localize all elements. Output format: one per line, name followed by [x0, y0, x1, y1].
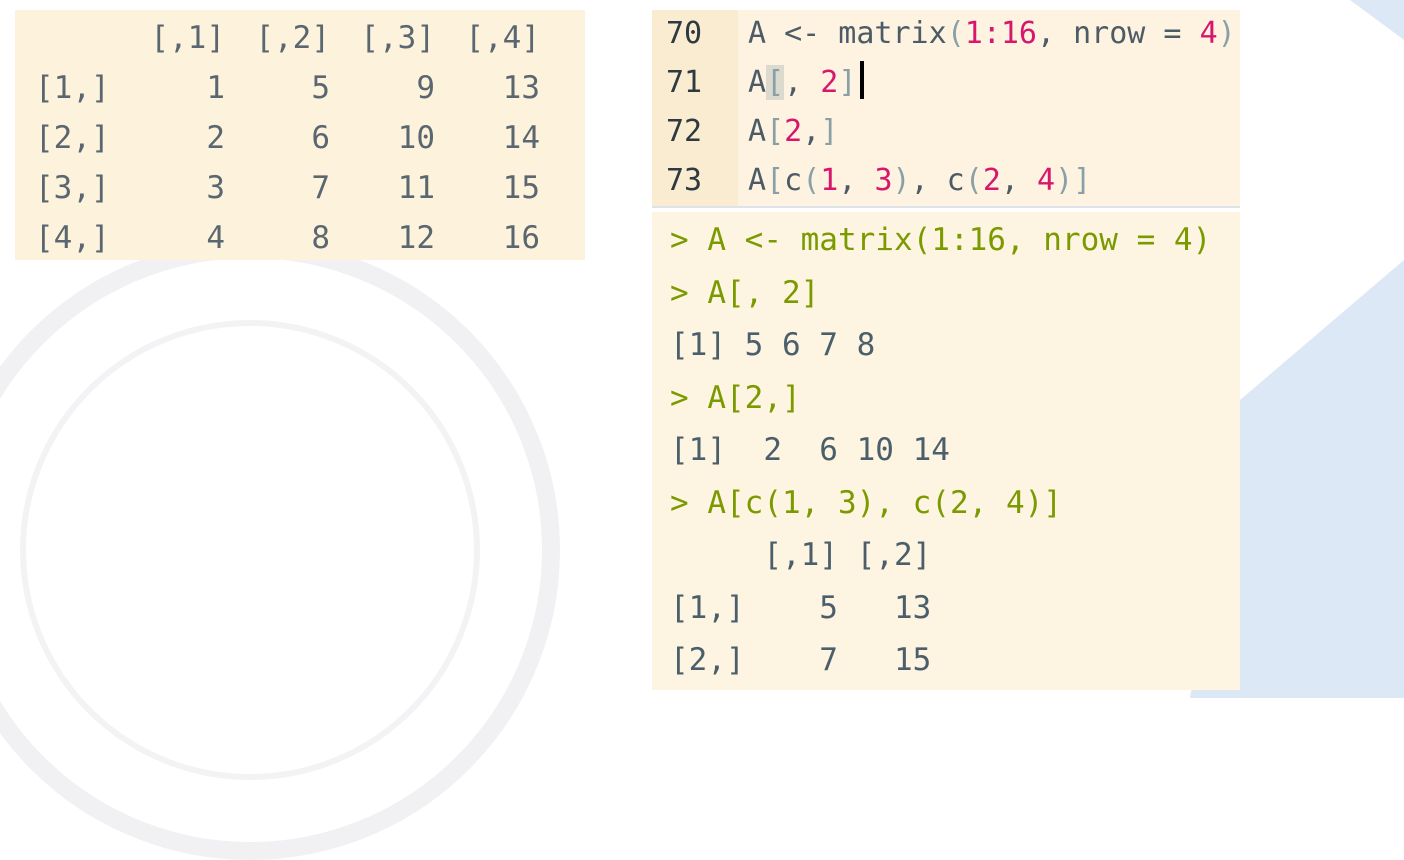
- code-token: A: [748, 114, 767, 149]
- row-label: [1,]: [35, 70, 110, 106]
- text-cursor: [860, 61, 865, 99]
- code-text[interactable]: A[2,]: [748, 107, 838, 156]
- code-token: ]: [1073, 163, 1092, 198]
- editor-line[interactable]: 73 A[c(1, 3), c(2, 4)]: [652, 156, 1240, 205]
- code-token: A: [748, 65, 767, 100]
- matrix-cell: 15: [502, 170, 540, 206]
- matrix-cell: 1: [206, 70, 225, 106]
- code-token: ,: [802, 114, 821, 149]
- row-label: [3,]: [35, 170, 110, 206]
- matrix-cell: 8: [311, 220, 330, 256]
- matrix-row: [3,] 3 7 11 15: [35, 163, 540, 213]
- code-token: c: [784, 163, 803, 198]
- code-text[interactable]: A[c(1, 3), c(2, 4)]: [748, 156, 1091, 205]
- row-label: [4,]: [35, 220, 110, 256]
- code-token: 4: [1037, 163, 1056, 198]
- console-output: [1,] 5 13: [670, 589, 932, 626]
- code-token: ): [1055, 163, 1074, 198]
- code-token: 4: [1199, 16, 1218, 51]
- matrix-cell: 14: [502, 120, 540, 156]
- code-text[interactable]: A[, 2]: [748, 58, 865, 107]
- matrix-header-row: [,1] [,2] [,3] [,4]: [35, 13, 540, 63]
- column-header: [,4]: [465, 20, 540, 56]
- matrix-cell: 11: [397, 170, 435, 206]
- column-header: [,1]: [150, 20, 225, 56]
- matrix-row: [1,] 1 5 9 13: [35, 63, 540, 113]
- console-output: [1] 2 6 10 14: [670, 432, 950, 468]
- editor-line[interactable]: 70 A <- matrix(1:16, nrow = 4): [652, 9, 1240, 58]
- code-token: 2: [784, 114, 803, 149]
- code-token: , nrow =: [1037, 16, 1200, 51]
- university-seal-watermark-inner: [20, 320, 480, 780]
- console-output: [,1] [,2]: [670, 537, 932, 573]
- code-token: (: [964, 163, 983, 198]
- matrix-cell: 10: [397, 120, 435, 156]
- code-editor[interactable]: 70 A <- matrix(1:16, nrow = 4) 71 A[, 2] 72 A…: [652, 10, 1240, 208]
- line-number: 71: [666, 65, 703, 100]
- console-output: [1] 5 6 7 8: [670, 327, 876, 363]
- code-token: ): [1217, 16, 1236, 51]
- code-token: [: [766, 163, 785, 198]
- code-token: 1: [820, 163, 839, 198]
- matrix-cell: 2: [206, 120, 225, 156]
- editor-line[interactable]: 71 A[, 2]: [652, 58, 1240, 107]
- code-token: ]: [838, 65, 857, 100]
- console-output: [2,] 7 15: [670, 642, 932, 678]
- matrix-cell: 3: [206, 170, 225, 206]
- code-text[interactable]: A <- matrix(1:16, nrow = 4): [748, 9, 1236, 58]
- matrix-cell: 13: [502, 70, 540, 106]
- line-number: 70: [666, 16, 703, 51]
- code-token: , c: [910, 163, 965, 198]
- code-token: ,: [1000, 163, 1037, 198]
- code-token: A <- matrix: [748, 16, 947, 51]
- code-token: ]: [820, 114, 839, 149]
- matrix-row: [4,] 4 8 12 16: [35, 213, 540, 263]
- console-command: > A[2,]: [670, 379, 801, 416]
- code-token: ): [892, 163, 911, 198]
- code-token: [: [766, 65, 785, 100]
- code-token: 3: [874, 163, 893, 198]
- code-token: 2: [820, 65, 839, 100]
- code-token: 1:16: [964, 16, 1037, 51]
- code-token: (: [802, 163, 821, 198]
- matrix-cell: 4: [206, 220, 225, 256]
- matrix-cell: 7: [311, 170, 330, 206]
- code-token: [: [766, 114, 785, 149]
- code-token: ,: [784, 65, 821, 100]
- matrix-cell: 5: [311, 70, 330, 106]
- r-console[interactable]: > A <- matrix(1:16, nrow = 4) > A[, 2] [1]…: [652, 212, 1240, 690]
- console-command: > A[, 2]: [670, 274, 820, 311]
- matrix-row: [2,] 2 6 10 14: [35, 113, 540, 163]
- console-command: > A[c(1, 3), c(2, 4)]: [670, 484, 1062, 521]
- matrix-cell: 6: [311, 120, 330, 156]
- matrix-output-panel: [,1] [,2] [,3] [,4] [1,] 1 5 9 13 [2,] 2 6 10 14[…: [15, 10, 585, 260]
- code-token: (: [946, 16, 965, 51]
- row-label: [2,]: [35, 120, 110, 156]
- column-header: [,3]: [360, 20, 435, 56]
- console-command: > A <- matrix(1:16, nrow = 4): [670, 222, 1212, 258]
- matrix-cell: 16: [502, 220, 540, 256]
- line-number: 73: [666, 163, 703, 198]
- editor-line[interactable]: 72 A[2,]: [652, 107, 1240, 156]
- code-token: 2: [982, 163, 1001, 198]
- matrix-cell: 9: [416, 70, 435, 106]
- code-token: ,: [838, 163, 875, 198]
- column-header: [,2]: [255, 20, 330, 56]
- code-token: A: [748, 163, 767, 198]
- line-number: 72: [666, 114, 703, 149]
- matrix-cell: 12: [397, 220, 435, 256]
